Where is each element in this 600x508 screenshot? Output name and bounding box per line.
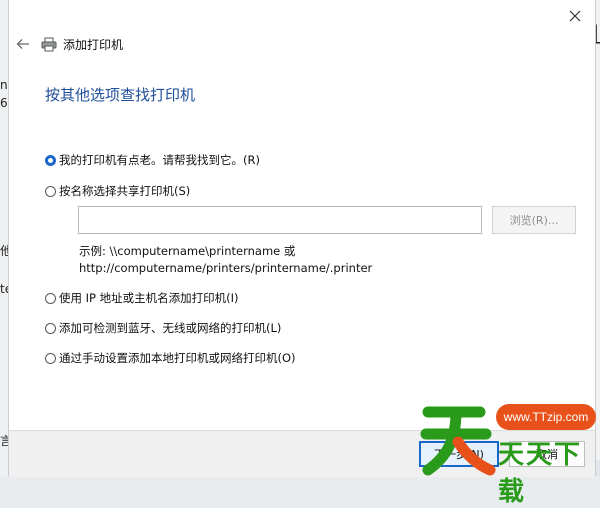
close-icon (569, 10, 581, 22)
radio-button[interactable] (45, 292, 56, 304)
page-heading: 按其他选项查找打印机 (45, 86, 196, 104)
watermark-text: 天天下载 (498, 440, 583, 507)
option-bluetooth-wireless[interactable]: 添加可检测到蓝牙、无线或网络的打印机(L) (45, 320, 281, 336)
example-text-line2: http://computername/printers/printername… (79, 261, 373, 275)
dialog-title: 添加打印机 (63, 38, 124, 52)
printer-icon (41, 37, 57, 52)
watermark-logo-icon (420, 406, 496, 476)
example-text-line1: 示例: \\computername\printername 或 (79, 244, 296, 258)
radio-button[interactable] (45, 352, 56, 364)
dialog-header: 添加打印机 (41, 36, 123, 53)
option-printer-old[interactable]: 我的打印机有点老。请帮我找到它。(R) (45, 152, 260, 168)
option-label: 我的打印机有点老。请帮我找到它。(R) (59, 153, 260, 167)
watermark-url: www.TTzip.com (496, 404, 596, 430)
option-shared-by-name[interactable]: 按名称选择共享打印机(S) (45, 183, 190, 199)
browse-button[interactable]: 浏览(R)... (492, 206, 576, 234)
radio-button[interactable] (45, 322, 56, 334)
back-button[interactable] (13, 34, 33, 54)
printer-name-input[interactable] (78, 206, 482, 234)
background-window-left: n 64 他 te 言 (0, 0, 15, 476)
close-button[interactable] (563, 4, 587, 28)
option-ip-address[interactable]: 使用 IP 地址或主机名添加打印机(I) (45, 290, 239, 306)
bg-fragment: n (0, 78, 8, 92)
option-label: 按名称选择共享打印机(S) (59, 184, 191, 198)
radio-button[interactable] (45, 154, 56, 166)
option-manual-local[interactable]: 通过手动设置添加本地打印机或网络打印机(O) (45, 350, 296, 366)
option-label: 添加可检测到蓝牙、无线或网络的打印机(L) (59, 321, 282, 335)
option-label: 通过手动设置添加本地打印机或网络打印机(O) (59, 351, 296, 365)
option-label: 使用 IP 地址或主机名添加打印机(I) (59, 291, 239, 305)
back-arrow-icon (16, 39, 29, 49)
radio-button[interactable] (45, 185, 56, 197)
watermark: www.TTzip.com 天天下载 (418, 398, 600, 507)
